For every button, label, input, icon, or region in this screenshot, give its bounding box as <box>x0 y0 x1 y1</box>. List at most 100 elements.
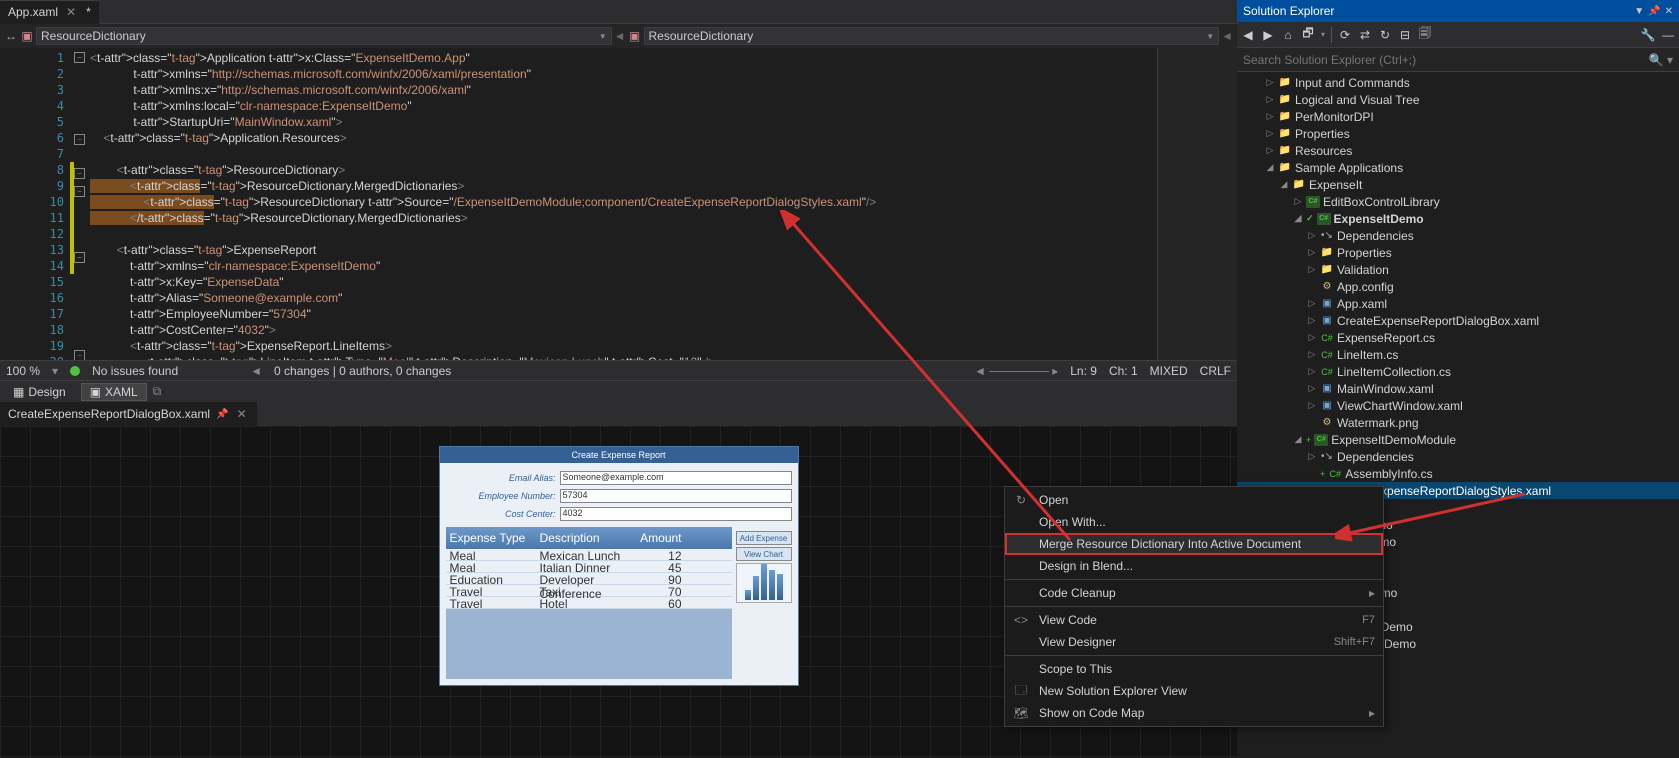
tree-item[interactable]: ◢+C#ExpenseItDemoModule <box>1237 431 1679 448</box>
member-dropdown[interactable]: ResourceDictionary ▼ <box>644 27 1220 45</box>
tree-item[interactable]: ▷•↘Dependencies <box>1237 448 1679 465</box>
tree-item[interactable]: ▷▣App.xaml <box>1237 295 1679 312</box>
showall-icon[interactable]: 🗐 <box>1418 28 1432 42</box>
design-icon: ▦ <box>13 385 24 399</box>
view-chart-button: View Chart <box>736 547 792 561</box>
forward-icon[interactable]: ▶ <box>1261 28 1275 42</box>
close-icon[interactable]: ✕ <box>235 407 249 421</box>
type-icon: ▣ <box>20 29 34 43</box>
search-icon[interactable]: 🔍 ▾ <box>1649 53 1673 67</box>
codemap-icon: 🗺 <box>1013 706 1029 720</box>
changes-text[interactable]: 0 changes | 0 authors, 0 changes <box>274 364 451 378</box>
properties-icon[interactable]: 🔧 <box>1641 28 1655 42</box>
member-icon: ▣ <box>628 29 642 43</box>
tree-item[interactable]: +C#AssemblyInfo.cs <box>1237 465 1679 482</box>
tree-item[interactable]: ▷📁Properties <box>1237 125 1679 142</box>
tab-app-xaml[interactable]: App.xaml ✕ <box>0 0 99 24</box>
ctx-new-view[interactable]: 🗔 New Solution Explorer View <box>1005 680 1383 702</box>
search-input[interactable] <box>1243 53 1649 67</box>
lineending-text[interactable]: CRLF <box>1200 364 1231 378</box>
zoom-level[interactable]: 100 % <box>6 364 40 378</box>
window-menu-icon[interactable]: ▼ <box>1634 6 1644 17</box>
xaml-mode-button[interactable]: ▣ XAML <box>81 383 147 401</box>
grid-header: Expense Type Description Amount <box>446 527 732 549</box>
ctx-view-designer[interactable]: View Designer Shift+F7 <box>1005 631 1383 653</box>
employee-field: 57304 <box>560 489 792 503</box>
ch-text[interactable]: Ch: 1 <box>1109 364 1138 378</box>
tree-item[interactable]: ▷📁Logical and Visual Tree <box>1237 91 1679 108</box>
email-field: Someone@example.com <box>560 471 792 485</box>
designer-tab[interactable]: CreateExpenseReportDialogBox.xaml 📌 ✕ <box>0 402 257 426</box>
tree-item[interactable]: ⚙App.config <box>1237 278 1679 295</box>
line-numbers: 123456789101112131415161718192021 <box>0 48 70 360</box>
table-row: TravelTaxi70 <box>446 585 732 597</box>
tree-item[interactable]: ▷📁PerMonitorDPI <box>1237 108 1679 125</box>
tree-item[interactable]: ▷📁Properties <box>1237 244 1679 261</box>
form-title: Create Expense Report <box>440 447 798 463</box>
se-search[interactable]: 🔍 ▾ <box>1237 48 1679 72</box>
xaml-icon: ▣ <box>90 385 101 399</box>
close-icon[interactable]: ✕ <box>64 5 78 19</box>
context-menu: ↻ Open Open With... Merge Resource Dicti… <box>1004 486 1384 727</box>
minimap[interactable] <box>1157 48 1237 360</box>
ctx-merge-resource-dictionary[interactable]: Merge Resource Dictionary Into Active Do… <box>1005 533 1383 555</box>
tree-item[interactable]: ▷📁Input and Commands <box>1237 74 1679 91</box>
ctx-codemap[interactable]: 🗺 Show on Code Map ▸ <box>1005 702 1383 724</box>
chevron-down-icon: ▼ <box>1206 32 1214 41</box>
pending-icon[interactable]: ⇄ <box>1358 28 1372 42</box>
se-title: Solution Explorer <box>1243 4 1334 18</box>
tree-item[interactable]: ▷▣CreateExpenseReportDialogBox.xaml <box>1237 312 1679 329</box>
close-icon[interactable]: ✕ <box>1665 6 1673 17</box>
tree-item[interactable]: ▷C#LineItemCollection.cs <box>1237 363 1679 380</box>
ctx-view-code[interactable]: <> View Code F7 <box>1005 609 1383 631</box>
table-row: MealItalian Dinner45 <box>446 561 732 573</box>
issues-icon <box>70 366 80 376</box>
issues-text[interactable]: No issues found <box>92 364 178 378</box>
solution-explorer-header: Solution Explorer ▼ 📌 ✕ <box>1237 0 1679 22</box>
sync-icon[interactable]: ⟳ <box>1338 28 1352 42</box>
tree-item[interactable]: ◢📁ExpenseIt <box>1237 176 1679 193</box>
nav-bar: ↔ ▣ ResourceDictionary ▼ ◄ ▣ ResourceDic… <box>0 24 1237 48</box>
tree-item[interactable]: ⚙Watermark.png <box>1237 414 1679 431</box>
tree-item[interactable]: ◢📁Sample Applications <box>1237 159 1679 176</box>
back-icon[interactable]: ◀ <box>1241 28 1255 42</box>
ctx-open-with[interactable]: Open With... <box>1005 511 1383 533</box>
refresh-icon[interactable]: ↻ <box>1378 28 1392 42</box>
preview-icon[interactable]: — <box>1661 28 1675 42</box>
pin-icon[interactable]: 📌 <box>1648 6 1660 17</box>
designer-mode-bar: ▦ Design ▣ XAML ⧉ <box>0 380 1237 402</box>
popout-icon[interactable]: ⧉ <box>153 384 162 399</box>
ctx-scope[interactable]: Scope to This <box>1005 658 1383 680</box>
indent-text[interactable]: MIXED <box>1150 364 1188 378</box>
designer-tab-bar: CreateExpenseReportDialogBox.xaml 📌 ✕ <box>0 402 1237 426</box>
tree-item[interactable]: ▷C#ExpenseReport.cs <box>1237 329 1679 346</box>
chevron-down-icon: ▼ <box>599 32 607 41</box>
editor-tab-bar: App.xaml ✕ <box>0 0 1237 24</box>
tree-item[interactable]: ▷C#EditBoxControlLibrary <box>1237 193 1679 210</box>
ctx-design-blend[interactable]: Design in Blend... <box>1005 555 1383 577</box>
home-icon[interactable]: ⌂ <box>1281 28 1295 42</box>
tree-item[interactable]: ▷▣ViewChartWindow.xaml <box>1237 397 1679 414</box>
tree-item[interactable]: ▷📁Resources <box>1237 142 1679 159</box>
explorer-icon: 🗔 <box>1013 681 1029 702</box>
add-expense-button: Add Expense <box>736 531 792 545</box>
code-icon: <> <box>1013 613 1029 627</box>
tree-item[interactable]: ◢✓C#ExpenseItDemo <box>1237 210 1679 227</box>
tree-item[interactable]: ▷C#LineItem.cs <box>1237 346 1679 363</box>
pin-icon[interactable]: 📌 <box>216 409 228 420</box>
ctx-code-cleanup[interactable]: Code Cleanup ▸ <box>1005 582 1383 604</box>
tree-item[interactable]: ▷📁Validation <box>1237 261 1679 278</box>
code-editor[interactable]: 123456789101112131415161718192021 −−−−−−… <box>0 48 1237 360</box>
tree-item[interactable]: ▷▣MainWindow.xaml <box>1237 380 1679 397</box>
tree-item[interactable]: ▷•↘Dependencies <box>1237 227 1679 244</box>
collapse-icon[interactable]: ⊟ <box>1398 28 1412 42</box>
type-dropdown[interactable]: ResourceDictionary ▼ <box>36 27 612 45</box>
ln-text[interactable]: Ln: 9 <box>1070 364 1097 378</box>
se-toolbar: ◀ ▶ ⌂ 🗗 ▾ ⟳ ⇄ ↻ ⊟ 🗐 🔧 — <box>1237 22 1679 48</box>
table-row: MealMexican Lunch12 <box>446 549 732 561</box>
ctx-open[interactable]: ↻ Open <box>1005 489 1383 511</box>
switch-view-icon[interactable]: 🗗 <box>1301 28 1315 42</box>
design-mode-button[interactable]: ▦ Design <box>4 383 75 401</box>
table-row: EducationDeveloper Conference90 <box>446 573 732 585</box>
nav-back-icon[interactable]: ↔ <box>4 29 18 43</box>
